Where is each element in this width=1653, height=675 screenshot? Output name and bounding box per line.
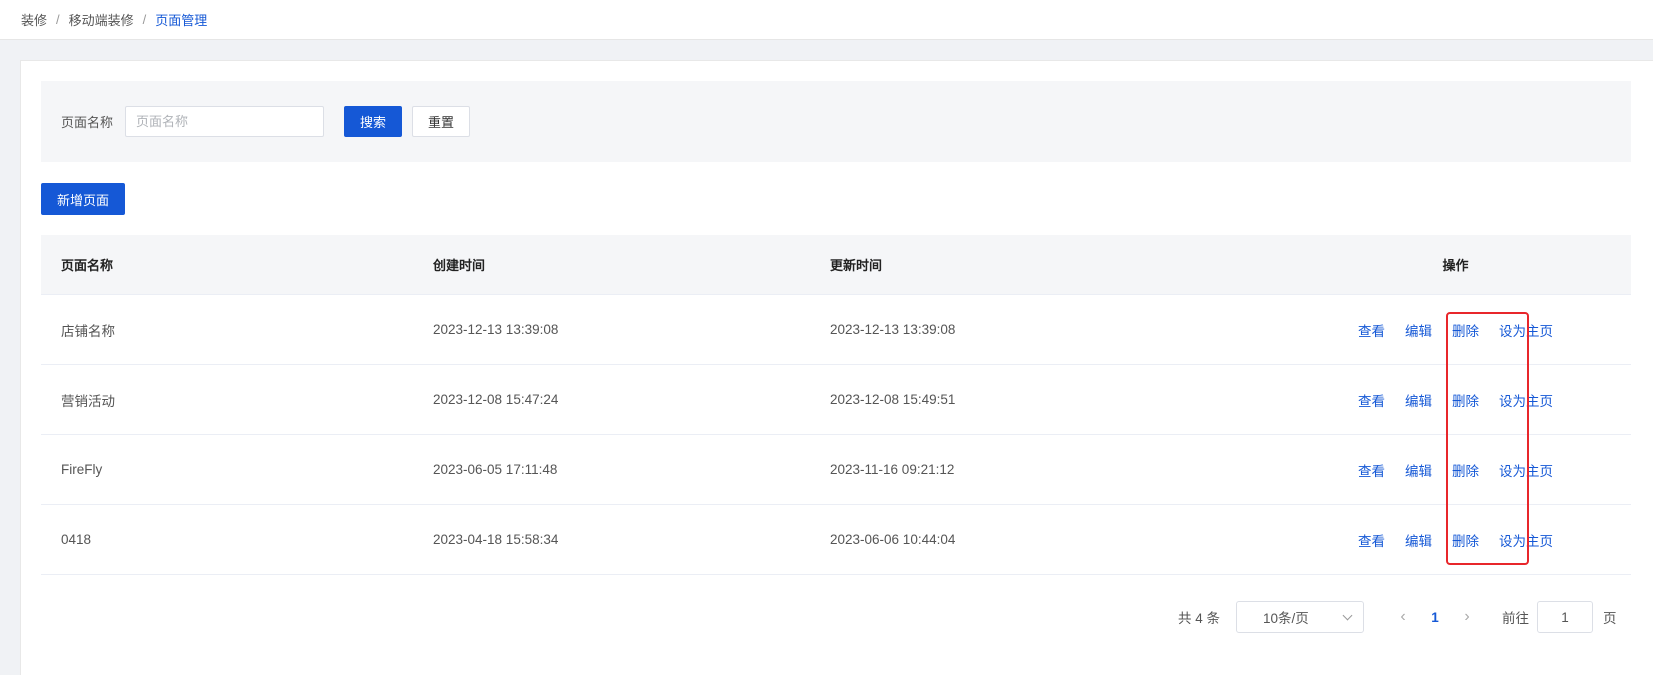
cell-updated-time: 2023-06-06 10:44:04	[830, 532, 956, 547]
table-row: 店铺名称 2023-12-13 13:39:08 2023-12-13 13:3…	[41, 295, 1631, 365]
edit-link[interactable]: 编辑	[1405, 390, 1432, 410]
cell-page-name: 0418	[61, 532, 92, 547]
cell-page-name: 店铺名称	[61, 323, 115, 339]
cell-updated-time: 2023-12-08 15:49:51	[830, 392, 956, 407]
table-row: 营销活动 2023-12-08 15:47:24 2023-12-08 15:4…	[41, 365, 1631, 435]
delete-link[interactable]: 删除	[1452, 390, 1479, 410]
delete-link[interactable]: 删除	[1452, 460, 1479, 480]
page-size-select[interactable]: 10条/页	[1236, 601, 1365, 633]
set-home-link[interactable]: 设为主页	[1499, 390, 1553, 410]
cell-created-time: 2023-12-08 15:47:24	[433, 392, 559, 407]
column-header-name: 页面名称	[61, 258, 114, 273]
pagination: 共 4 条 10条/页 ‹ 1 › 前往 页	[1178, 600, 1617, 634]
view-link[interactable]: 查看	[1358, 460, 1385, 480]
delete-link[interactable]: 删除	[1452, 530, 1479, 550]
page-suffix: 页	[1603, 611, 1617, 626]
view-link[interactable]: 查看	[1358, 530, 1385, 550]
search-panel: 页面名称 搜索 重置	[41, 81, 1631, 162]
cell-actions: 查看 编辑 删除 设为主页	[1280, 390, 1631, 410]
chevron-down-icon	[1342, 610, 1353, 620]
pagination-total: 共 4 条	[1178, 611, 1221, 626]
breadcrumb-item-page-management: 页面管理	[155, 13, 208, 28]
cell-page-name: FireFly	[61, 462, 103, 477]
breadcrumb-separator: /	[142, 12, 147, 27]
search-button[interactable]: 搜索	[344, 106, 403, 137]
cell-actions: 查看 编辑 删除 设为主页	[1280, 460, 1631, 480]
cell-actions: 查看 编辑 删除 设为主页	[1280, 320, 1631, 340]
table-row: FireFly 2023-06-05 17:11:48 2023-11-16 0…	[41, 435, 1631, 505]
page-size-value: 10条/页	[1263, 611, 1309, 626]
cell-created-time: 2023-06-05 17:11:48	[433, 462, 558, 477]
cell-updated-time: 2023-11-16 09:21:12	[830, 462, 955, 477]
chevron-left-icon[interactable]: ‹	[1388, 601, 1418, 633]
set-home-link[interactable]: 设为主页	[1499, 320, 1553, 340]
table-row: 0418 2023-04-18 15:58:34 2023-06-06 10:4…	[41, 505, 1631, 575]
column-header-actions: 操作	[1442, 258, 1469, 273]
breadcrumb: 装修 / 移动端装修 / 页面管理	[0, 0, 1653, 40]
breadcrumb-separator: /	[56, 12, 60, 27]
view-link[interactable]: 查看	[1358, 390, 1385, 410]
cell-updated-time: 2023-12-13 13:39:08	[830, 322, 956, 337]
cell-created-time: 2023-04-18 15:58:34	[433, 532, 559, 547]
cell-page-name: 营销活动	[61, 393, 115, 409]
breadcrumb-item-mobile-decoration[interactable]: 移动端装修	[69, 10, 134, 29]
goto-label: 前往	[1502, 611, 1530, 626]
content-card: 页面名称 搜索 重置 新增页面 页面名称 创建时间 更新时间 操作 店铺名称 2…	[20, 60, 1653, 675]
goto-page-input[interactable]	[1537, 601, 1594, 633]
page-number-current[interactable]: 1	[1418, 610, 1452, 625]
search-label: 页面名称	[61, 115, 114, 130]
pages-table: 页面名称 创建时间 更新时间 操作 店铺名称 2023-12-13 13:39:…	[41, 235, 1631, 575]
edit-link[interactable]: 编辑	[1405, 460, 1432, 480]
breadcrumb-item-decoration[interactable]: 装修	[21, 10, 47, 29]
view-link[interactable]: 查看	[1358, 320, 1385, 340]
delete-link[interactable]: 删除	[1452, 320, 1479, 340]
edit-link[interactable]: 编辑	[1405, 320, 1432, 340]
add-page-button[interactable]: 新增页面	[41, 183, 125, 215]
search-input[interactable]	[125, 106, 325, 137]
column-header-created: 创建时间	[433, 258, 486, 273]
table-header: 页面名称 创建时间 更新时间 操作	[41, 235, 1631, 295]
edit-link[interactable]: 编辑	[1405, 530, 1432, 550]
set-home-link[interactable]: 设为主页	[1499, 530, 1553, 550]
chevron-right-icon[interactable]: ›	[1452, 601, 1482, 633]
cell-created-time: 2023-12-13 13:39:08	[433, 322, 559, 337]
set-home-link[interactable]: 设为主页	[1499, 460, 1553, 480]
cell-actions: 查看 编辑 删除 设为主页	[1280, 530, 1631, 550]
column-header-updated: 更新时间	[830, 258, 883, 273]
reset-button[interactable]: 重置	[412, 106, 471, 137]
